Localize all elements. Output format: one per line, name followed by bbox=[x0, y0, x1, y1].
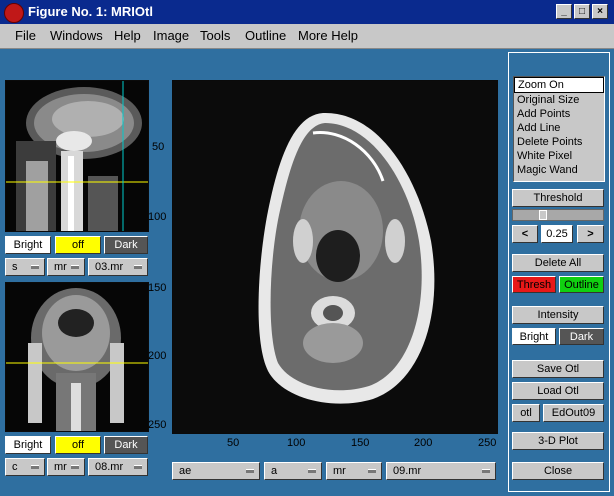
save-otl-button[interactable]: Save Otl bbox=[512, 360, 604, 378]
tool-item-white-pixel[interactable]: White Pixel bbox=[514, 149, 604, 163]
file-select[interactable]: 09.mr bbox=[386, 462, 496, 480]
x-tick: 250 bbox=[478, 437, 497, 449]
dropdown-arrow-icon bbox=[134, 265, 142, 269]
dropdown-arrow-icon bbox=[134, 465, 142, 469]
dropdown-arrow-icon bbox=[308, 469, 316, 473]
threshold-slider[interactable] bbox=[512, 209, 604, 221]
coronal-scan-graphic bbox=[6, 283, 148, 431]
dropdown-arrow-icon bbox=[482, 469, 490, 473]
plane-select-value: c bbox=[12, 461, 18, 473]
type-select[interactable]: mr bbox=[326, 462, 382, 480]
bright-button[interactable]: Bright bbox=[5, 236, 51, 254]
sagittal-image[interactable] bbox=[5, 80, 149, 232]
otl-button[interactable]: otl bbox=[512, 404, 540, 422]
maximize-icon[interactable]: □ bbox=[574, 4, 590, 19]
file-select-value: 08.mr bbox=[95, 461, 124, 473]
dropdown-arrow-icon bbox=[31, 465, 39, 469]
type-select[interactable]: mr bbox=[47, 458, 85, 476]
left-y-tick: 100 bbox=[148, 211, 167, 223]
x-tick: 100 bbox=[287, 437, 306, 449]
dark-button[interactable]: Dark bbox=[104, 236, 148, 254]
edout-button[interactable]: EdOut09 bbox=[543, 404, 604, 422]
view-select-value: ae bbox=[179, 465, 192, 477]
dropdown-arrow-icon bbox=[31, 265, 39, 269]
menu-bar: File Windows Help Image Tools Outline Mo… bbox=[0, 24, 614, 49]
tool-item-original-size[interactable]: Original Size bbox=[514, 93, 604, 107]
tool-item-magic-wand[interactable]: Magic Wand bbox=[514, 163, 604, 177]
load-otl-button[interactable]: Load Otl bbox=[512, 382, 604, 400]
thresh-button[interactable]: Thresh bbox=[512, 276, 556, 293]
dropdown-arrow-icon bbox=[71, 465, 79, 469]
left-y-tick: 50 bbox=[152, 141, 165, 153]
title-bar: Figure No. 1: MRIOtl _ □ × bbox=[0, 0, 614, 24]
menu-tools[interactable]: Tools bbox=[200, 28, 230, 43]
x-tick: 150 bbox=[351, 437, 370, 449]
tool-list[interactable]: Zoom On Original Size Add Points Add Lin… bbox=[513, 76, 605, 182]
axial-scan-graphic bbox=[173, 81, 497, 433]
x-tick: 50 bbox=[227, 437, 240, 449]
intensity-label: Intensity bbox=[512, 306, 604, 324]
left-y-tick: 150 bbox=[148, 282, 167, 294]
close-icon[interactable]: × bbox=[592, 4, 608, 19]
menu-file[interactable]: File bbox=[15, 28, 36, 43]
menu-more-help[interactable]: More Help bbox=[298, 28, 358, 43]
tool-item-delete-points[interactable]: Delete Points bbox=[514, 135, 604, 149]
dark-button[interactable]: Dark bbox=[104, 436, 148, 454]
plane-select[interactable]: a bbox=[264, 462, 322, 480]
close-button[interactable]: Close bbox=[512, 462, 604, 480]
tool-item-zoom-on[interactable]: Zoom On bbox=[514, 77, 604, 93]
coronal-image[interactable] bbox=[5, 282, 149, 432]
plane-select[interactable]: c bbox=[5, 458, 45, 476]
dropdown-arrow-icon bbox=[246, 469, 254, 473]
threshold-label: Threshold bbox=[512, 189, 604, 207]
threshold-next-button[interactable]: > bbox=[577, 225, 604, 243]
window-title: Figure No. 1: MRIOtl bbox=[28, 4, 153, 19]
off-button[interactable]: off bbox=[55, 236, 101, 254]
plane-select[interactable]: s bbox=[5, 258, 45, 276]
menu-outline[interactable]: Outline bbox=[245, 28, 286, 43]
file-select[interactable]: 08.mr bbox=[88, 458, 148, 476]
tool-item-add-points[interactable]: Add Points bbox=[514, 107, 604, 121]
off-button[interactable]: off bbox=[55, 436, 101, 454]
file-select[interactable]: 03.mr bbox=[88, 258, 148, 276]
left-y-tick: 200 bbox=[148, 350, 167, 362]
delete-all-button[interactable]: Delete All bbox=[512, 254, 604, 272]
dropdown-arrow-icon bbox=[71, 265, 79, 269]
type-select[interactable]: mr bbox=[47, 258, 85, 276]
threshold-prev-button[interactable]: < bbox=[512, 225, 538, 243]
3d-plot-button[interactable]: 3-D Plot bbox=[512, 432, 604, 450]
slider-thumb[interactable] bbox=[539, 210, 547, 220]
sagittal-scan-graphic bbox=[6, 81, 148, 231]
outline-button[interactable]: Outline bbox=[559, 276, 604, 293]
app-icon[interactable] bbox=[4, 3, 24, 23]
intensity-bright-button[interactable]: Bright bbox=[512, 328, 556, 345]
x-tick: 200 bbox=[414, 437, 433, 449]
view-select[interactable]: ae bbox=[172, 462, 260, 480]
left-y-tick: 250 bbox=[148, 419, 167, 431]
menu-help[interactable]: Help bbox=[114, 28, 141, 43]
minimize-icon[interactable]: _ bbox=[556, 4, 572, 19]
type-select-value: mr bbox=[54, 461, 67, 473]
file-select-value: 03.mr bbox=[95, 261, 124, 273]
dropdown-arrow-icon bbox=[368, 469, 376, 473]
tool-item-add-line[interactable]: Add Line bbox=[514, 121, 604, 135]
menu-windows[interactable]: Windows bbox=[50, 28, 103, 43]
axial-image[interactable] bbox=[172, 80, 498, 434]
type-select-value: mr bbox=[54, 261, 67, 273]
plane-select-value: s bbox=[12, 261, 18, 273]
plane-select-value: a bbox=[271, 465, 278, 477]
type-select-value: mr bbox=[333, 465, 346, 477]
menu-image[interactable]: Image bbox=[153, 28, 189, 43]
file-select-value: 09.mr bbox=[393, 465, 422, 477]
intensity-dark-button[interactable]: Dark bbox=[559, 328, 604, 345]
threshold-value[interactable]: 0.25 bbox=[541, 225, 573, 243]
bright-button[interactable]: Bright bbox=[5, 436, 51, 454]
